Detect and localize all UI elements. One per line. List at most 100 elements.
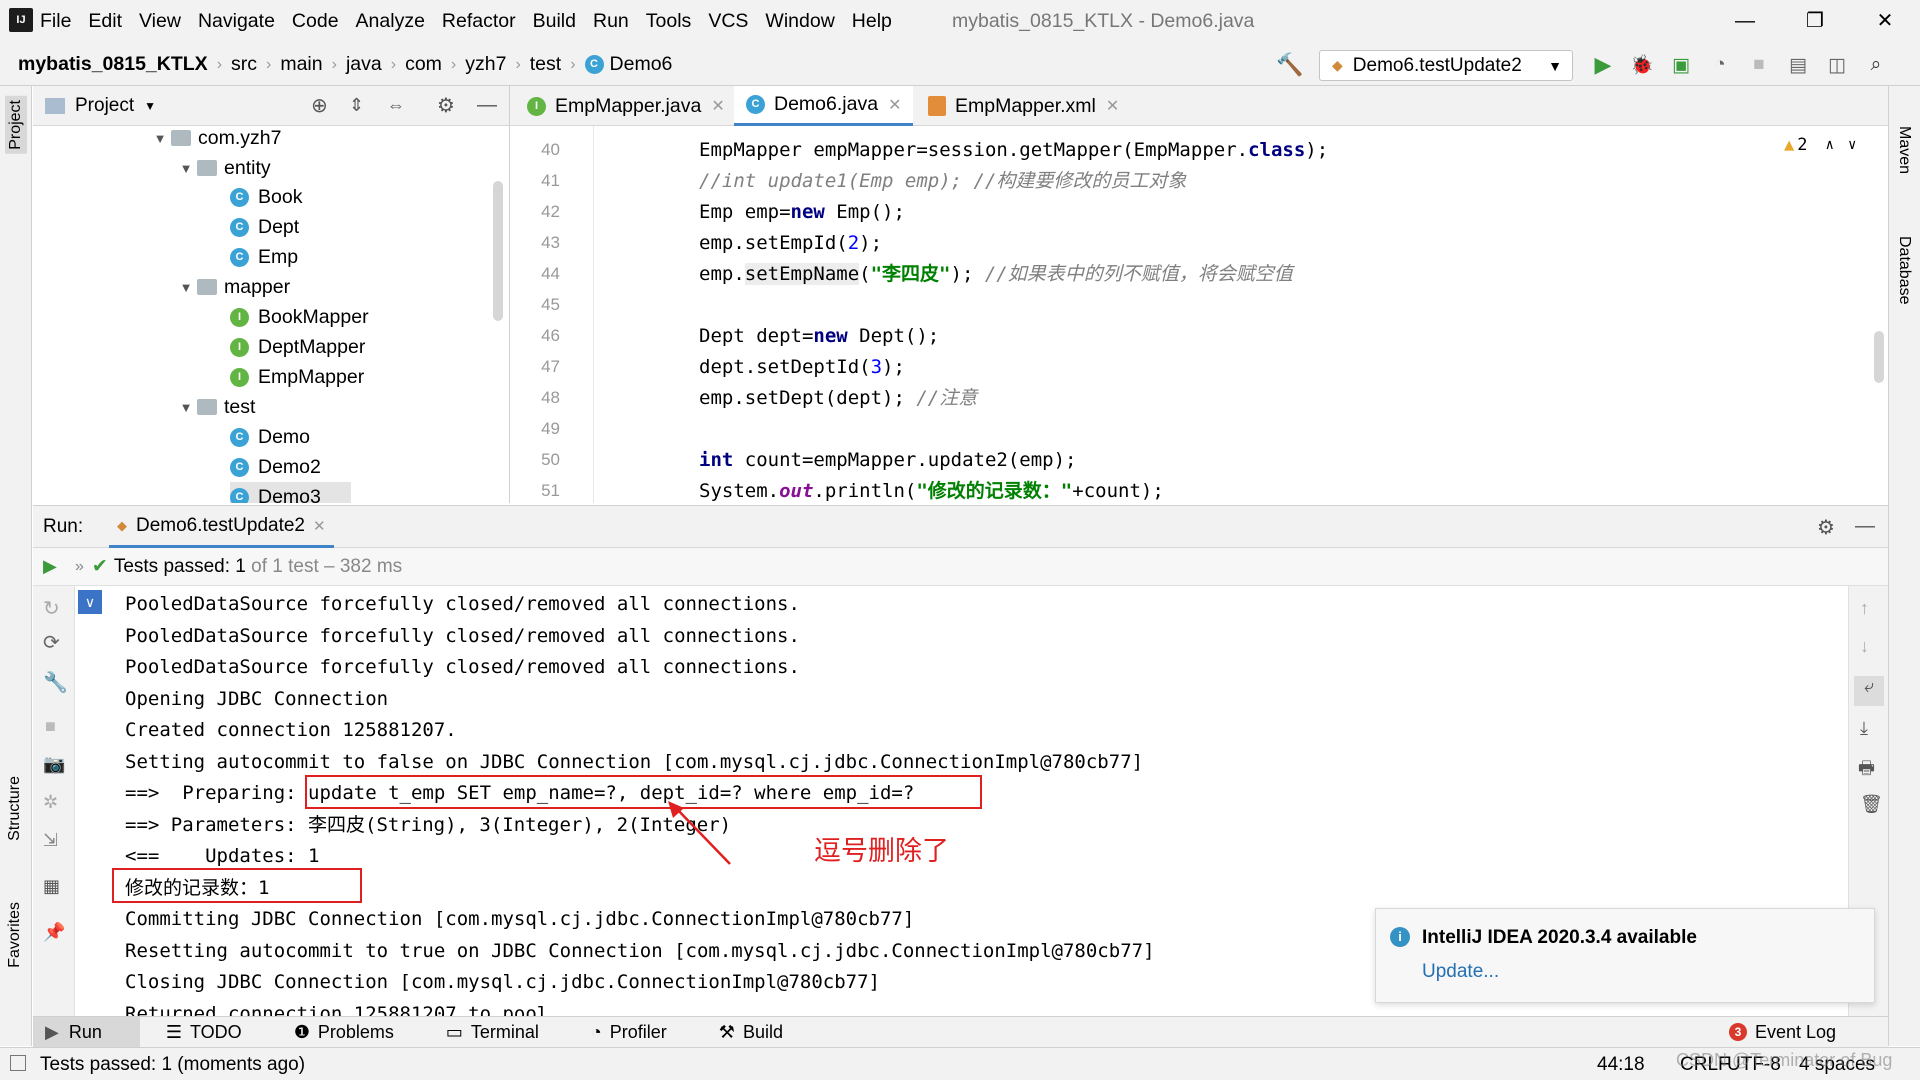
soft-wrap-icon[interactable]: ⤶ xyxy=(1854,676,1884,706)
bottom-tab-profiler[interactable]: ◔ Profiler xyxy=(591,1022,693,1043)
layout-icon[interactable]: ◫ xyxy=(1822,50,1852,80)
chevron-down-icon[interactable]: ▼ xyxy=(175,161,197,176)
run-configuration-select[interactable]: ◆ Demo6.testUpdate2 ▼ xyxy=(1319,50,1573,81)
pin-icon[interactable]: 📌 xyxy=(43,922,65,943)
scroll-to-end-icon[interactable]: ⤓ xyxy=(1860,718,1868,739)
close-icon[interactable]: ✕ xyxy=(313,517,326,535)
menu-edit[interactable]: Edit xyxy=(88,10,122,33)
breadcrumb-project[interactable]: mybatis_0815_KTLX xyxy=(18,53,208,76)
close-icon[interactable]: ✕ xyxy=(888,95,901,115)
coverage-icon[interactable]: ▣ xyxy=(1666,50,1696,80)
menu-vcs[interactable]: VCS xyxy=(708,10,748,33)
minimize-icon[interactable]: — xyxy=(1710,0,1780,43)
debug-settings-icon[interactable]: ✲ xyxy=(43,792,58,813)
breadcrumb-demo6[interactable]: Demo6 xyxy=(610,53,673,76)
run-icon[interactable]: ▶ xyxy=(1588,50,1618,80)
chevron-down-icon[interactable]: ▼ xyxy=(175,280,197,295)
menu-view[interactable]: View xyxy=(139,10,181,33)
chevron-down-icon[interactable]: ▼ xyxy=(175,400,197,415)
tab-empmapper-java[interactable]: I EmpMapper.java ✕ xyxy=(515,86,737,126)
close-icon[interactable]: ✕ xyxy=(711,96,724,116)
tree-item-test[interactable]: ▼ test xyxy=(175,392,256,422)
menu-navigate[interactable]: Navigate xyxy=(198,10,275,33)
project-structure-icon[interactable]: ▤ xyxy=(1783,50,1813,80)
rerun-failed-icon[interactable]: ↻ xyxy=(43,596,60,621)
stop-icon[interactable]: ■ xyxy=(1744,50,1774,80)
tree-item-book[interactable]: C Book xyxy=(230,182,302,212)
project-tool-button[interactable]: Project xyxy=(5,96,27,154)
expand-all-icon[interactable]: ⇕ xyxy=(349,95,364,116)
breadcrumb-src[interactable]: src xyxy=(231,53,257,76)
project-panel-title[interactable]: Project xyxy=(75,95,134,117)
chevron-up-icon[interactable]: ∧ xyxy=(1826,137,1834,153)
caret-position[interactable]: 44:18 xyxy=(1597,1054,1645,1076)
trash-icon[interactable]: 🗑 xyxy=(1860,794,1883,815)
run-tab[interactable]: ◆ Demo6.testUpdate2 ✕ xyxy=(109,506,334,548)
bottom-tab-build[interactable]: ⚒ Build xyxy=(719,1022,809,1043)
menu-help[interactable]: Help xyxy=(852,10,892,33)
chevron-down-icon[interactable]: ▼ xyxy=(149,131,171,146)
debug-icon[interactable]: 🐞 xyxy=(1627,50,1657,80)
import-icon[interactable]: ⇲ xyxy=(43,830,58,851)
tree-item-deptmapper[interactable]: I DeptMapper xyxy=(230,332,365,362)
bottom-tab-todo[interactable]: ☰ TODO xyxy=(166,1022,268,1043)
collapse-console-button[interactable]: ∨ xyxy=(78,590,102,614)
structure-tool-button[interactable]: Structure xyxy=(6,776,24,841)
bottom-tab-problems[interactable]: ❶ Problems xyxy=(294,1022,420,1043)
stop-icon[interactable]: ■ xyxy=(45,716,56,737)
tree-item-demo3[interactable]: C Demo3 xyxy=(230,482,351,503)
layout-icon[interactable]: ▦ xyxy=(43,876,60,897)
breadcrumb-yzh7[interactable]: yzh7 xyxy=(465,53,506,76)
menu-analyze[interactable]: Analyze xyxy=(356,10,425,33)
wrench-icon[interactable]: 🔧 xyxy=(43,670,68,695)
breadcrumb-main[interactable]: main xyxy=(280,53,322,76)
status-message[interactable]: Tests passed: 1 (moments ago) xyxy=(40,1054,305,1076)
close-icon[interactable]: ✕ xyxy=(1106,96,1119,116)
tree-item-dept[interactable]: C Dept xyxy=(230,212,299,242)
menu-refactor[interactable]: Refactor xyxy=(442,10,516,33)
chevron-down-icon[interactable]: ▼ xyxy=(144,99,156,113)
hide-panel-icon[interactable]: — xyxy=(1855,515,1875,538)
update-link[interactable]: Update... xyxy=(1422,961,1499,983)
expand-icon[interactable]: » xyxy=(75,558,84,576)
gear-icon[interactable]: ⚙ xyxy=(437,93,455,118)
breadcrumb-java[interactable]: java xyxy=(346,53,382,76)
locate-icon[interactable]: ⊕ xyxy=(311,93,328,118)
build-hammer-icon[interactable]: 🔨 xyxy=(1276,52,1303,78)
menu-file[interactable]: File xyxy=(40,10,71,33)
maven-tool-button[interactable]: Maven xyxy=(1895,126,1913,174)
restore-icon[interactable]: ❐ xyxy=(1780,0,1850,43)
breadcrumb-test[interactable]: test xyxy=(530,53,561,76)
gear-icon[interactable]: ⚙ xyxy=(1817,515,1835,540)
warning-indicator[interactable]: ▲ 2 ∧ ∨ xyxy=(1784,135,1856,155)
code-editor[interactable]: EmpMapper empMapper=session.getMapper(Em… xyxy=(594,126,1888,503)
toggle-auto-test-icon[interactable]: ⟳ xyxy=(43,630,60,655)
bottom-tab-terminal[interactable]: ▭ Terminal xyxy=(446,1022,565,1043)
arrow-up-icon[interactable]: ↑ xyxy=(1860,598,1869,619)
tab-empmapper-xml[interactable]: EmpMapper.xml ✕ xyxy=(916,86,1131,126)
tree-item-com-yzh7[interactable]: ▼ com.yzh7 xyxy=(149,126,282,153)
tree-item-demo2[interactable]: C Demo2 xyxy=(230,452,321,482)
menu-window[interactable]: Window xyxy=(765,10,834,33)
arrow-down-icon[interactable]: ↓ xyxy=(1860,636,1869,657)
close-icon[interactable]: ✕ xyxy=(1850,0,1920,43)
status-toggle-icon[interactable] xyxy=(10,1055,26,1071)
tree-item-demo[interactable]: C Demo xyxy=(230,422,310,452)
tab-demo6-java[interactable]: C Demo6.java ✕ xyxy=(734,86,914,126)
chevron-down-icon[interactable]: ∨ xyxy=(1848,137,1856,153)
bottom-tab-run[interactable]: ▶ Run xyxy=(33,1016,140,1048)
breadcrumb-com[interactable]: com xyxy=(405,53,442,76)
event-log-button[interactable]: 3 Event Log xyxy=(1728,1022,1862,1043)
print-icon[interactable]: 🖶 xyxy=(1858,756,1875,786)
rerun-icon[interactable]: ▶ xyxy=(43,556,75,577)
menu-code[interactable]: Code xyxy=(292,10,339,33)
menu-run[interactable]: Run xyxy=(593,10,629,33)
menu-tools[interactable]: Tools xyxy=(646,10,692,33)
tree-scrollbar[interactable] xyxy=(493,181,503,321)
camera-icon[interactable]: 📷 xyxy=(43,754,65,775)
favorites-tool-button[interactable]: Favorites xyxy=(6,902,24,968)
tree-item-emp[interactable]: C Emp xyxy=(230,242,298,272)
tree-item-mapper[interactable]: ▼ mapper xyxy=(175,272,291,302)
database-tool-button[interactable]: Database xyxy=(1895,236,1913,305)
editor-scrollbar[interactable] xyxy=(1874,331,1884,383)
